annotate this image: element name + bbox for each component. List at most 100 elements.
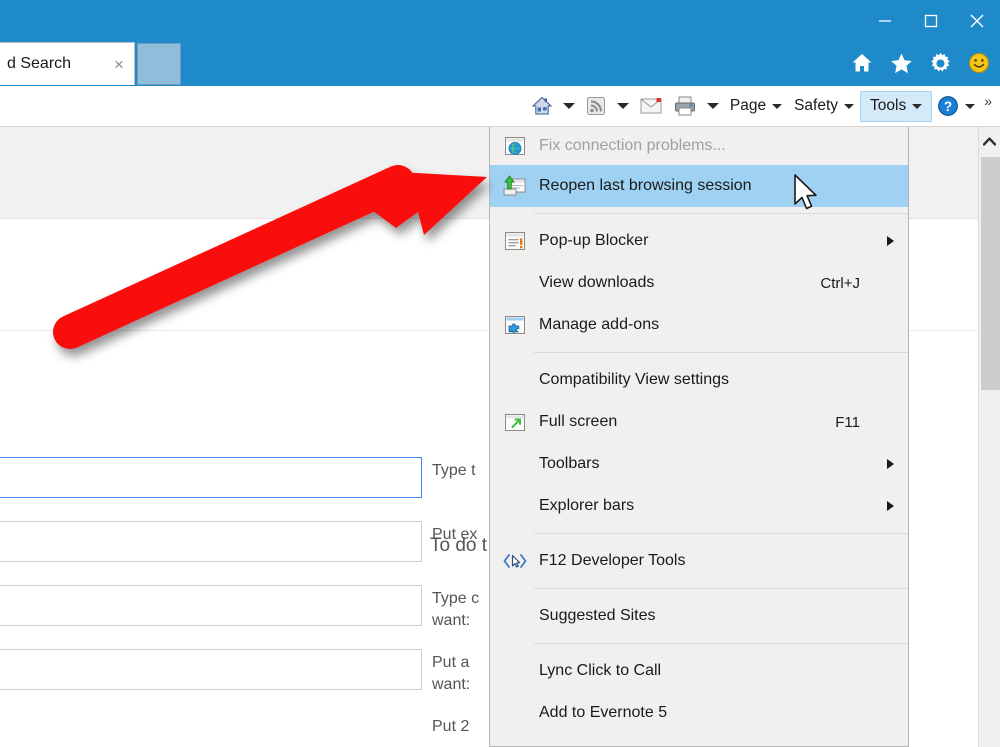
menu-item-label: F12 Developer Tools <box>539 552 686 569</box>
command-bar: Page Safety Tools ? » <box>0 86 1000 127</box>
form-label-5: Put 2 <box>432 718 470 735</box>
browser-tab-active[interactable]: d Search × <box>0 42 135 85</box>
menu-item-label: View downloads <box>539 274 655 291</box>
search-input-1[interactable] <box>0 457 422 498</box>
close-icon[interactable]: × <box>108 53 130 75</box>
window-controls <box>862 0 1000 42</box>
menu-item-add-to-evernote-5[interactable]: Add to Evernote 5 <box>490 692 908 734</box>
menu-item-label: Suggested Sites <box>539 607 656 624</box>
tools-menu-button[interactable]: Tools <box>860 90 933 122</box>
chevron-down-icon <box>562 103 575 109</box>
maximize-button[interactable] <box>908 0 954 42</box>
form-row: Put a want: <box>0 649 500 713</box>
fullscreen-icon <box>502 409 528 435</box>
menu-item-suggested-sites[interactable]: Suggested Sites <box>490 595 908 637</box>
menu-item-label: Lync Click to Call <box>539 662 662 679</box>
scroll-up-icon[interactable] <box>979 127 1000 155</box>
menu-separator <box>534 643 908 644</box>
menu-item-label: Full screen <box>539 413 618 430</box>
home-button[interactable] <box>526 91 558 122</box>
form-label-1: Type t <box>432 462 476 479</box>
home-dropdown-button[interactable] <box>558 91 580 122</box>
menu-item-pop-up-blocker[interactable]: Pop-up Blocker <box>490 220 908 262</box>
title-bar: d Search × <box>0 0 1000 86</box>
menu-item-fix-connection-problems[interactable]: Fix connection problems... <box>490 127 908 165</box>
menu-item-explorer-bars[interactable]: Explorer bars <box>490 485 908 527</box>
addons-puzzle-icon <box>502 312 528 338</box>
chevron-down-icon <box>706 103 719 109</box>
print-dropdown-button[interactable] <box>702 91 724 122</box>
network-diagnostics-icon <box>502 133 528 159</box>
devtools-icon <box>502 548 528 574</box>
menu-item-view-downloads[interactable]: View downloads Ctrl+J <box>490 262 908 304</box>
search-input-2[interactable] <box>0 521 422 562</box>
print-button[interactable] <box>668 91 702 122</box>
menu-item-shortcut: F11 <box>835 413 860 431</box>
svg-text:?: ? <box>944 99 952 114</box>
menu-item-label: Toolbars <box>539 455 600 472</box>
menu-item-reopen-last-browsing-session[interactable]: Reopen last browsing session <box>490 165 908 207</box>
read-mail-button[interactable] <box>634 91 668 122</box>
scrollbar-thumb[interactable] <box>981 157 1000 390</box>
form-row: Put ex <box>0 521 500 585</box>
chevron-right-icon <box>887 236 894 246</box>
menu-item-manage-add-ons[interactable]: Manage add-ons <box>490 304 908 346</box>
menu-item-label: Explorer bars <box>539 497 635 514</box>
search-input-3[interactable] <box>0 585 422 626</box>
smiley-face-icon[interactable] <box>966 50 992 76</box>
menu-item-label: Compatibility View settings <box>539 371 730 388</box>
chevron-down-icon <box>844 103 855 109</box>
page-menu-button[interactable]: Page <box>724 91 788 122</box>
form-label-2: Put ex <box>432 526 478 543</box>
menu-separator <box>534 352 908 353</box>
safety-menu-label: Safety <box>794 97 839 114</box>
menu-item-label: Pop-up Blocker <box>539 232 649 249</box>
scrollbar-track[interactable] <box>979 390 1000 747</box>
menu-item-label: Fix connection problems... <box>539 137 726 154</box>
menu-separator <box>534 533 908 534</box>
menu-item-toolbars[interactable]: Toolbars <box>490 443 908 485</box>
browser-window: d Search × Page Safety Tools ? » To do t… <box>0 0 1000 747</box>
minimize-button[interactable] <box>862 0 908 42</box>
gear-icon[interactable] <box>927 50 953 76</box>
tab-label: d Search <box>7 55 72 72</box>
mouse-cursor <box>794 174 817 210</box>
menu-item-f12-developer-tools[interactable]: F12 Developer Tools <box>490 540 908 582</box>
vertical-scrollbar[interactable] <box>978 127 1000 747</box>
form-row: Type c want: <box>0 585 500 649</box>
form-row: Type t <box>0 457 500 521</box>
close-button[interactable] <box>954 0 1000 42</box>
form-label-4: Put a want: <box>432 654 471 693</box>
menu-item-label: Manage add-ons <box>539 316 660 333</box>
feeds-button[interactable] <box>580 91 612 122</box>
chevron-down-icon <box>912 103 923 109</box>
tools-menu-label: Tools <box>870 97 907 114</box>
safety-menu-button[interactable]: Safety <box>788 91 860 122</box>
menu-item-compatibility-view-settings[interactable]: Compatibility View settings <box>490 359 908 401</box>
favorites-star-icon[interactable] <box>888 50 914 76</box>
chevron-right-icon <box>887 459 894 469</box>
home-icon[interactable] <box>849 50 875 76</box>
search-input-4[interactable] <box>0 649 422 690</box>
help-menu-button[interactable]: ? <box>932 91 980 122</box>
menu-separator <box>534 213 908 214</box>
advanced-search-form: Type t Put ex Type c want: Put a want: P… <box>0 457 500 747</box>
menu-item-label: Reopen last browsing session <box>539 177 752 194</box>
new-tab-button[interactable] <box>137 43 181 85</box>
menu-item-label: Add to Evernote 5 <box>539 704 668 721</box>
reopen-session-icon <box>502 173 528 199</box>
feeds-dropdown-button[interactable] <box>612 91 634 122</box>
menu-item-onenote-linked-notes[interactable]: OneNote Linked Notes <box>490 734 908 746</box>
menu-separator <box>534 588 908 589</box>
menu-item-shortcut: Ctrl+J <box>820 274 860 292</box>
form-label-3: Type c want: <box>432 590 480 629</box>
chevron-down-icon <box>965 103 976 109</box>
chevron-right-icon <box>887 501 894 511</box>
tools-dropdown-menu[interactable]: Fix connection problems... Reopen last b… <box>489 127 909 747</box>
toolbar-overflow-button[interactable]: » <box>980 93 996 119</box>
menu-item-lync-click-to-call[interactable]: Lync Click to Call <box>490 650 908 692</box>
chevron-down-icon <box>616 103 629 109</box>
menu-item-full-screen[interactable]: Full screen F11 <box>490 401 908 443</box>
chevron-down-icon <box>772 103 783 109</box>
titlebar-quick-icons <box>849 44 992 82</box>
